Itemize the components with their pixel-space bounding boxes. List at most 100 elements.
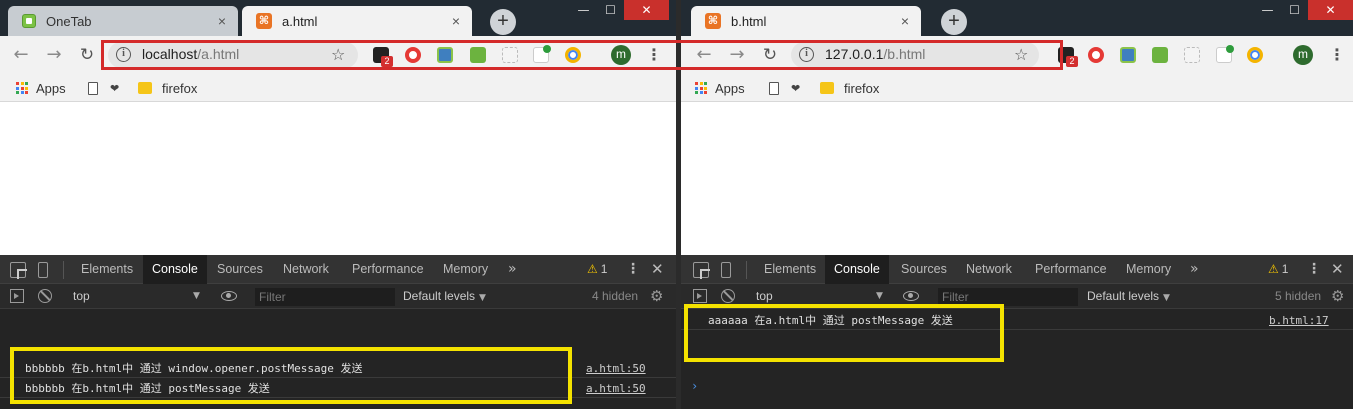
bookmark-star-icon[interactable]: ☆ — [331, 45, 345, 64]
tab-b-html[interactable]: ⌘ b.html × — [691, 6, 921, 36]
bookmark-folder-firefox[interactable]: firefox — [138, 80, 197, 96]
bookmark-page[interactable] — [769, 80, 779, 96]
s3-extension-icon[interactable] — [437, 47, 453, 63]
bookmark-apps[interactable]: Apps — [695, 80, 745, 96]
tab-network[interactable]: Network — [274, 255, 338, 284]
color-ring-extension-icon[interactable] — [565, 47, 581, 63]
gear-icon[interactable]: ⚙ — [650, 287, 663, 305]
window-close-icon[interactable]: ✕ — [1308, 0, 1353, 20]
print-extension-icon[interactable] — [470, 47, 486, 63]
inspect-element-icon[interactable] — [693, 262, 709, 278]
add-extension-icon[interactable] — [533, 45, 551, 63]
inspect-element-icon[interactable] — [10, 262, 26, 278]
page-viewport[interactable] — [0, 103, 676, 255]
bookmark-heart[interactable]: ❤ — [791, 80, 800, 96]
tab-performance[interactable]: Performance — [343, 255, 433, 284]
tab-elements[interactable]: Elements — [755, 255, 825, 284]
close-icon[interactable]: × — [214, 13, 230, 29]
tab-sources[interactable]: Sources — [208, 255, 272, 284]
more-tabs-icon[interactable]: » — [1190, 255, 1199, 283]
close-devtools-icon[interactable]: ✕ — [651, 255, 664, 284]
close-icon[interactable]: × — [897, 13, 913, 29]
log-levels-dropdown[interactable]: Default levels ▼ — [1087, 288, 1170, 307]
filter-input[interactable] — [255, 288, 395, 306]
minimize-icon[interactable]: — — [1254, 0, 1281, 20]
profile-avatar[interactable]: m — [611, 45, 631, 65]
opera-extension-icon[interactable] — [405, 47, 421, 63]
device-toolbar-icon[interactable] — [38, 262, 48, 278]
source-link[interactable]: a.html:50 — [586, 359, 646, 378]
bookmark-star-icon[interactable]: ☆ — [1014, 45, 1028, 64]
forward-icon[interactable]: → — [43, 44, 65, 66]
gear-icon[interactable]: ⚙ — [1331, 287, 1344, 305]
clear-console-icon[interactable] — [38, 289, 52, 303]
minimize-icon[interactable]: — — [570, 0, 597, 20]
close-icon[interactable]: × — [448, 13, 464, 29]
page-viewport[interactable] — [681, 103, 1353, 255]
tab-memory[interactable]: Memory — [434, 255, 497, 284]
devtools-menu-icon[interactable]: ⋮ — [1307, 255, 1321, 284]
extension-icon[interactable]: 2 — [373, 47, 393, 67]
tab-console[interactable]: Console — [143, 255, 207, 284]
tab-elements[interactable]: Elements — [72, 255, 142, 284]
chevron-down-icon[interactable]: ▼ — [876, 288, 883, 305]
menu-icon[interactable]: ⋮ — [1329, 45, 1345, 65]
reload-icon[interactable]: ↻ — [76, 44, 98, 66]
maximize-icon[interactable]: ☐ — [597, 0, 624, 20]
console-prompt[interactable]: › — [691, 379, 698, 393]
tab-a-html[interactable]: ⌘ a.html × — [242, 6, 472, 36]
clear-console-icon[interactable] — [721, 289, 735, 303]
console-output[interactable]: bbbbbb 在b.html中 通过 window.opener.postMes… — [0, 309, 676, 409]
address-bar[interactable]: i 127.0.0.1/b.html — [791, 42, 1039, 68]
menu-icon[interactable]: ⋮ — [646, 45, 662, 65]
chevron-down-icon[interactable]: ▼ — [193, 288, 200, 305]
forward-icon[interactable]: → — [726, 44, 748, 66]
bookmark-page[interactable] — [88, 80, 98, 96]
context-selector[interactable]: top — [756, 288, 773, 305]
source-link[interactable]: b.html:17 — [1269, 311, 1329, 330]
maximize-icon[interactable]: ☐ — [1281, 0, 1308, 20]
filter-input[interactable] — [938, 288, 1078, 306]
eye-icon[interactable] — [903, 291, 919, 301]
print-extension-icon[interactable] — [1152, 47, 1168, 63]
back-icon[interactable]: ← — [693, 44, 715, 66]
close-devtools-icon[interactable]: ✕ — [1331, 255, 1344, 284]
extension-icon[interactable]: 2 — [1058, 47, 1078, 67]
opera-extension-icon[interactable] — [1088, 47, 1104, 63]
new-tab-button[interactable]: + — [490, 9, 516, 35]
more-tabs-icon[interactable]: » — [508, 255, 517, 283]
sidebar-toggle-icon[interactable] — [10, 289, 24, 303]
new-tab-button[interactable]: + — [941, 9, 967, 35]
ghost-extension-icon[interactable] — [1184, 47, 1200, 63]
tab-performance[interactable]: Performance — [1026, 255, 1116, 284]
window-close-icon[interactable]: ✕ — [624, 0, 669, 20]
bookmark-folder-firefox[interactable]: firefox — [820, 80, 879, 96]
device-toolbar-icon[interactable] — [721, 262, 731, 278]
sidebar-toggle-icon[interactable] — [693, 289, 707, 303]
eye-icon[interactable] — [221, 291, 237, 301]
profile-avatar[interactable]: m — [1293, 45, 1313, 65]
s3-extension-icon[interactable] — [1120, 47, 1136, 63]
reload-icon[interactable]: ↻ — [759, 44, 781, 66]
warning-counter[interactable]: ⚠ 1 — [1268, 255, 1288, 284]
context-selector[interactable]: top — [73, 288, 90, 305]
tab-console[interactable]: Console — [825, 255, 889, 284]
tab-sources[interactable]: Sources — [892, 255, 956, 284]
warning-counter[interactable]: ⚠ 1 — [587, 255, 607, 284]
tab-network[interactable]: Network — [957, 255, 1021, 284]
devtools-menu-icon[interactable]: ⋮ — [626, 255, 640, 284]
console-output[interactable]: aaaaaa 在a.html中 通过 postMessage 发送 b.html… — [681, 309, 1353, 409]
info-icon[interactable]: i — [116, 47, 131, 62]
info-icon[interactable]: i — [799, 47, 814, 62]
source-link[interactable]: a.html:50 — [586, 379, 646, 398]
tab-memory[interactable]: Memory — [1117, 255, 1180, 284]
ghost-extension-icon[interactable] — [502, 47, 518, 63]
tab-onetab[interactable]: OneTab × — [8, 6, 238, 36]
bookmark-heart[interactable]: ❤ — [110, 80, 119, 96]
back-icon[interactable]: ← — [10, 44, 32, 66]
log-levels-dropdown[interactable]: Default levels ▼ — [403, 288, 486, 307]
add-extension-icon[interactable] — [1216, 45, 1234, 63]
color-ring-extension-icon[interactable] — [1247, 47, 1263, 63]
address-bar[interactable]: i localhost/a.html — [108, 42, 358, 68]
bookmark-apps[interactable]: Apps — [16, 80, 66, 96]
